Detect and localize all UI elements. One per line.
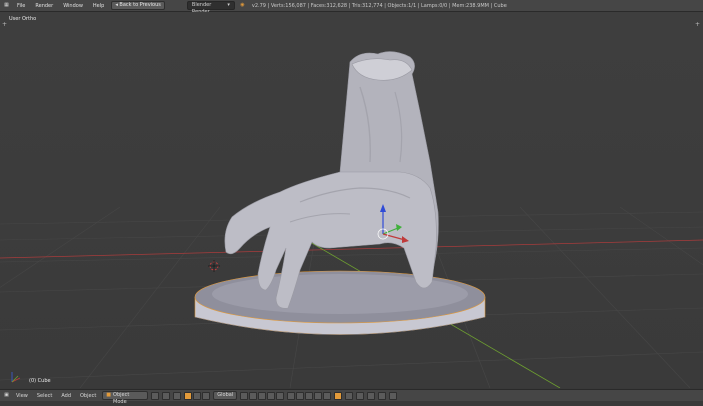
layer-icon[interactable]	[314, 391, 323, 400]
chevron-down-icon: ▾	[227, 2, 230, 8]
viewport-header: ▣ View Select Add Object ■ Object Mode G…	[0, 389, 703, 405]
snap-target-icon[interactable]	[356, 391, 365, 400]
active-object-label: (0) Cube	[29, 378, 51, 384]
pivot-icon[interactable]	[162, 391, 171, 400]
blender-logo-icon: ◉	[240, 2, 245, 8]
mode-select[interactable]: ■ Object Mode	[102, 391, 149, 405]
scene-stats: v2.79 | Verts:156,087 | Faces:312,628 | …	[251, 2, 507, 9]
object-mode-icon: ■	[106, 392, 112, 398]
rotate-icon[interactable]	[193, 391, 202, 400]
menu-help[interactable]: Help	[90, 3, 107, 9]
manipulator-icon[interactable]	[173, 391, 182, 400]
3d-viewport[interactable]: + + User Ortho (0) Cube	[0, 12, 703, 388]
translate-icon[interactable]	[184, 391, 193, 400]
layer-icon[interactable]	[296, 391, 305, 400]
layer-icon[interactable]	[287, 391, 296, 400]
layer-icon[interactable]	[267, 391, 276, 400]
info-icon[interactable]: ▦	[3, 2, 10, 9]
layer-icon[interactable]	[276, 391, 285, 400]
proportional-edit-icon[interactable]	[367, 391, 376, 400]
menu-object[interactable]: Object	[77, 393, 99, 399]
editor-type-icon[interactable]: ▣	[3, 392, 10, 399]
menu-view[interactable]: View	[13, 393, 31, 399]
layer-icon[interactable]	[240, 391, 249, 400]
menu-file[interactable]: File	[14, 3, 28, 9]
menu-add[interactable]: Add	[58, 393, 74, 399]
pedestal	[194, 270, 486, 335]
menu-select[interactable]: Select	[34, 393, 55, 399]
view-axes-widget	[11, 372, 21, 383]
3d-cursor-icon	[208, 260, 220, 272]
info-header: ▦ File Render Window Help ◂ Back to Prev…	[0, 0, 703, 15]
snap-icon[interactable]	[345, 391, 354, 400]
scale-icon[interactable]	[202, 391, 211, 400]
shading-solid-icon[interactable]	[151, 391, 160, 400]
menu-render[interactable]: Render	[32, 3, 56, 9]
layer-icon[interactable]	[258, 391, 267, 400]
orientation-select[interactable]: Global	[213, 391, 238, 400]
layer-icon[interactable]	[323, 391, 332, 400]
render-icon[interactable]	[378, 391, 387, 400]
layer-icon[interactable]	[249, 391, 258, 400]
hand-mesh	[224, 51, 439, 309]
layer-icon[interactable]	[305, 391, 314, 400]
menu-window[interactable]: Window	[60, 3, 86, 9]
render-engine-select[interactable]: Blender Render ▾	[186, 1, 235, 15]
render-anim-icon[interactable]	[389, 391, 398, 400]
lock-camera-icon[interactable]	[334, 391, 343, 400]
back-to-previous-button[interactable]: ◂ Back to Previous	[111, 1, 165, 10]
viewport-scene	[0, 51, 703, 388]
